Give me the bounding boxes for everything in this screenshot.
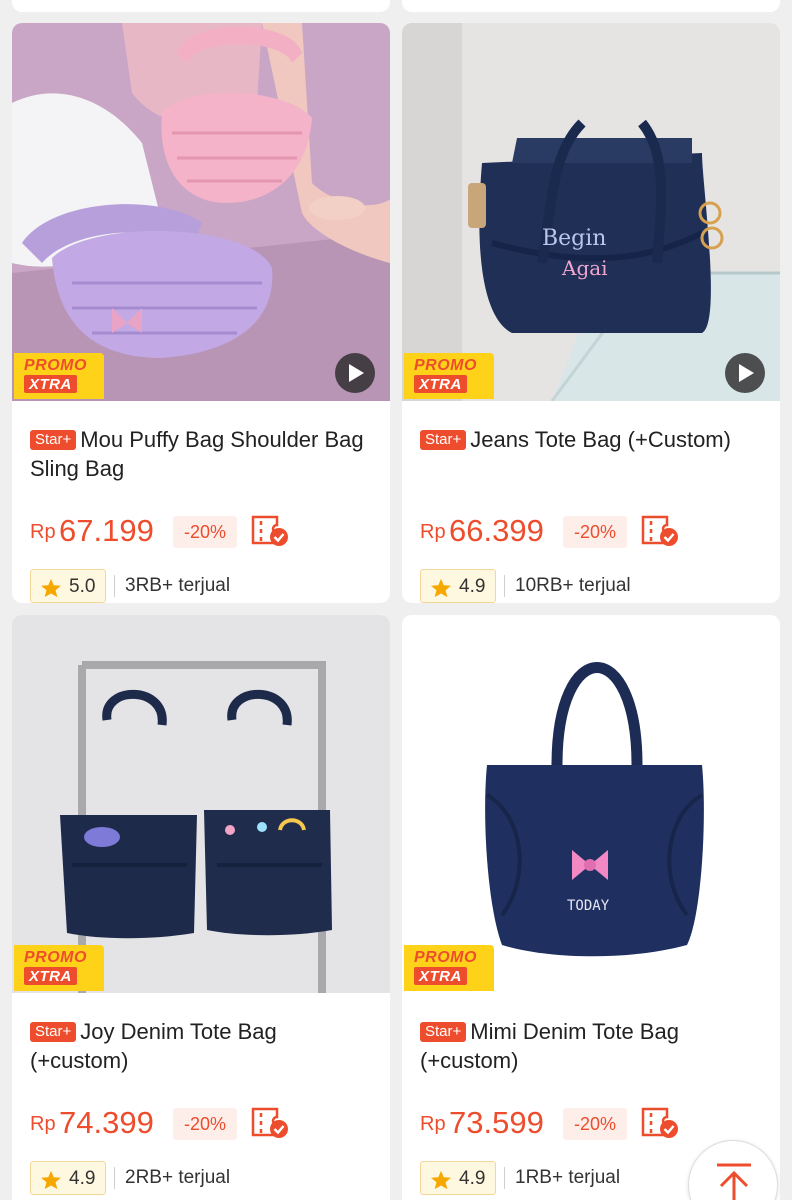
promo-xtra-badge: PROMO XTRA: [404, 353, 494, 399]
divider: [504, 575, 505, 597]
star-plus-badge: Star+: [30, 430, 77, 450]
promo-label: PROMO: [24, 357, 87, 374]
price: 74.399: [59, 1105, 154, 1140]
product-card[interactable]: TODAY PROMO XTRA Star+ Mimi Denim Tote Ba…: [402, 615, 780, 1200]
product-card[interactable]: PROMO XTRA Star+ Mou Puffy Bag Shoulder B…: [12, 23, 390, 603]
sold-count: 1RB+ terjual: [515, 1167, 621, 1188]
divider: [114, 1167, 115, 1189]
price: 66.399: [449, 513, 544, 548]
sold-count: 3RB+ terjual: [125, 575, 231, 596]
voucher-check-icon: [639, 1105, 679, 1146]
rating-value: 4.9: [459, 1168, 486, 1189]
star-icon: [41, 1170, 61, 1190]
xtra-label: XTRA: [414, 967, 467, 985]
star-icon: [431, 578, 451, 598]
promo-xtra-badge: PROMO XTRA: [14, 353, 104, 399]
product-name: Jeans Tote Bag (+Custom): [470, 427, 731, 452]
rating-value: 5.0: [69, 576, 96, 597]
star-plus-badge: Star+: [420, 430, 467, 450]
promo-label: PROMO: [414, 357, 477, 374]
star-icon: [41, 578, 61, 598]
rating-badge: 4.9: [420, 569, 496, 603]
voucher-check-icon: [249, 513, 289, 554]
currency: Rp: [30, 1113, 56, 1135]
product-title[interactable]: Star+ Joy Denim Tote Bag (+custom): [30, 1017, 375, 1075]
promo-label: PROMO: [414, 949, 477, 966]
promo-label: PROMO: [24, 949, 87, 966]
xtra-label: XTRA: [24, 967, 77, 985]
price-row: Rp 73.599 -20%: [420, 1103, 770, 1143]
play-icon[interactable]: [335, 353, 375, 393]
previous-card-bottom: [12, 0, 390, 12]
discount-badge: -20%: [563, 516, 627, 548]
product-card[interactable]: Begin Agai PROMO XTRA Star+ Jeans Tote Ba…: [402, 23, 780, 603]
product-photo: TODAY: [402, 615, 780, 993]
voucher-check-icon: [249, 1105, 289, 1146]
rating-row: 4.9 2RB+ terjual: [30, 1161, 380, 1195]
price-row: Rp 74.399 -20%: [30, 1103, 380, 1143]
previous-card-bottom: [402, 0, 780, 12]
product-card[interactable]: PROMO XTRA Star+ Joy Denim Tote Bag (+cus…: [12, 615, 390, 1200]
product-photo: [12, 615, 390, 993]
product-image[interactable]: TODAY PROMO XTRA: [402, 615, 780, 993]
rating-value: 4.9: [69, 1168, 96, 1189]
rating-badge: 4.9: [30, 1161, 106, 1195]
product-image[interactable]: PROMO XTRA: [12, 615, 390, 993]
product-name: Mou Puffy Bag Shoulder Bag Sling Bag: [30, 427, 364, 481]
discount-badge: -20%: [173, 516, 237, 548]
arrow-up-icon: [717, 1163, 751, 1200]
rating-value: 4.9: [459, 576, 486, 597]
currency: Rp: [420, 1113, 446, 1135]
product-photo: Begin Agai: [402, 23, 780, 401]
promo-xtra-badge: PROMO XTRA: [14, 945, 104, 991]
rating-row: 5.0 3RB+ terjual: [30, 569, 380, 603]
product-title[interactable]: Star+ Jeans Tote Bag (+Custom): [420, 425, 765, 454]
price: 67.199: [59, 513, 154, 548]
bag-print-text: TODAY: [567, 898, 610, 914]
rating-badge: 4.9: [420, 1161, 496, 1195]
sold-count: 2RB+ terjual: [125, 1167, 231, 1188]
bag-print-line1: Begin: [542, 226, 606, 251]
star-icon: [431, 1170, 451, 1190]
price-row: Rp 67.199 -20%: [30, 511, 380, 551]
bag-print-line2: Agai: [561, 256, 608, 280]
rating-row: 4.9 10RB+ terjual: [420, 569, 770, 603]
xtra-label: XTRA: [414, 375, 467, 393]
currency: Rp: [30, 521, 56, 543]
sold-count: 10RB+ terjual: [515, 575, 631, 596]
product-title[interactable]: Star+ Mou Puffy Bag Shoulder Bag Sling Ba…: [30, 425, 375, 483]
xtra-label: XTRA: [24, 375, 77, 393]
product-image[interactable]: Begin Agai PROMO XTRA: [402, 23, 780, 401]
star-plus-badge: Star+: [420, 1022, 467, 1042]
promo-xtra-badge: PROMO XTRA: [404, 945, 494, 991]
discount-badge: -20%: [173, 1108, 237, 1140]
price-row: Rp 66.399 -20%: [420, 511, 770, 551]
discount-badge: -20%: [563, 1108, 627, 1140]
divider: [504, 1167, 505, 1189]
play-icon[interactable]: [725, 353, 765, 393]
star-plus-badge: Star+: [30, 1022, 77, 1042]
voucher-check-icon: [639, 513, 679, 554]
product-image[interactable]: PROMO XTRA: [12, 23, 390, 401]
divider: [114, 575, 115, 597]
product-title[interactable]: Star+ Mimi Denim Tote Bag (+custom): [420, 1017, 765, 1075]
rating-badge: 5.0: [30, 569, 106, 603]
price: 73.599: [449, 1105, 544, 1140]
product-photo: [12, 23, 390, 401]
currency: Rp: [420, 521, 446, 543]
